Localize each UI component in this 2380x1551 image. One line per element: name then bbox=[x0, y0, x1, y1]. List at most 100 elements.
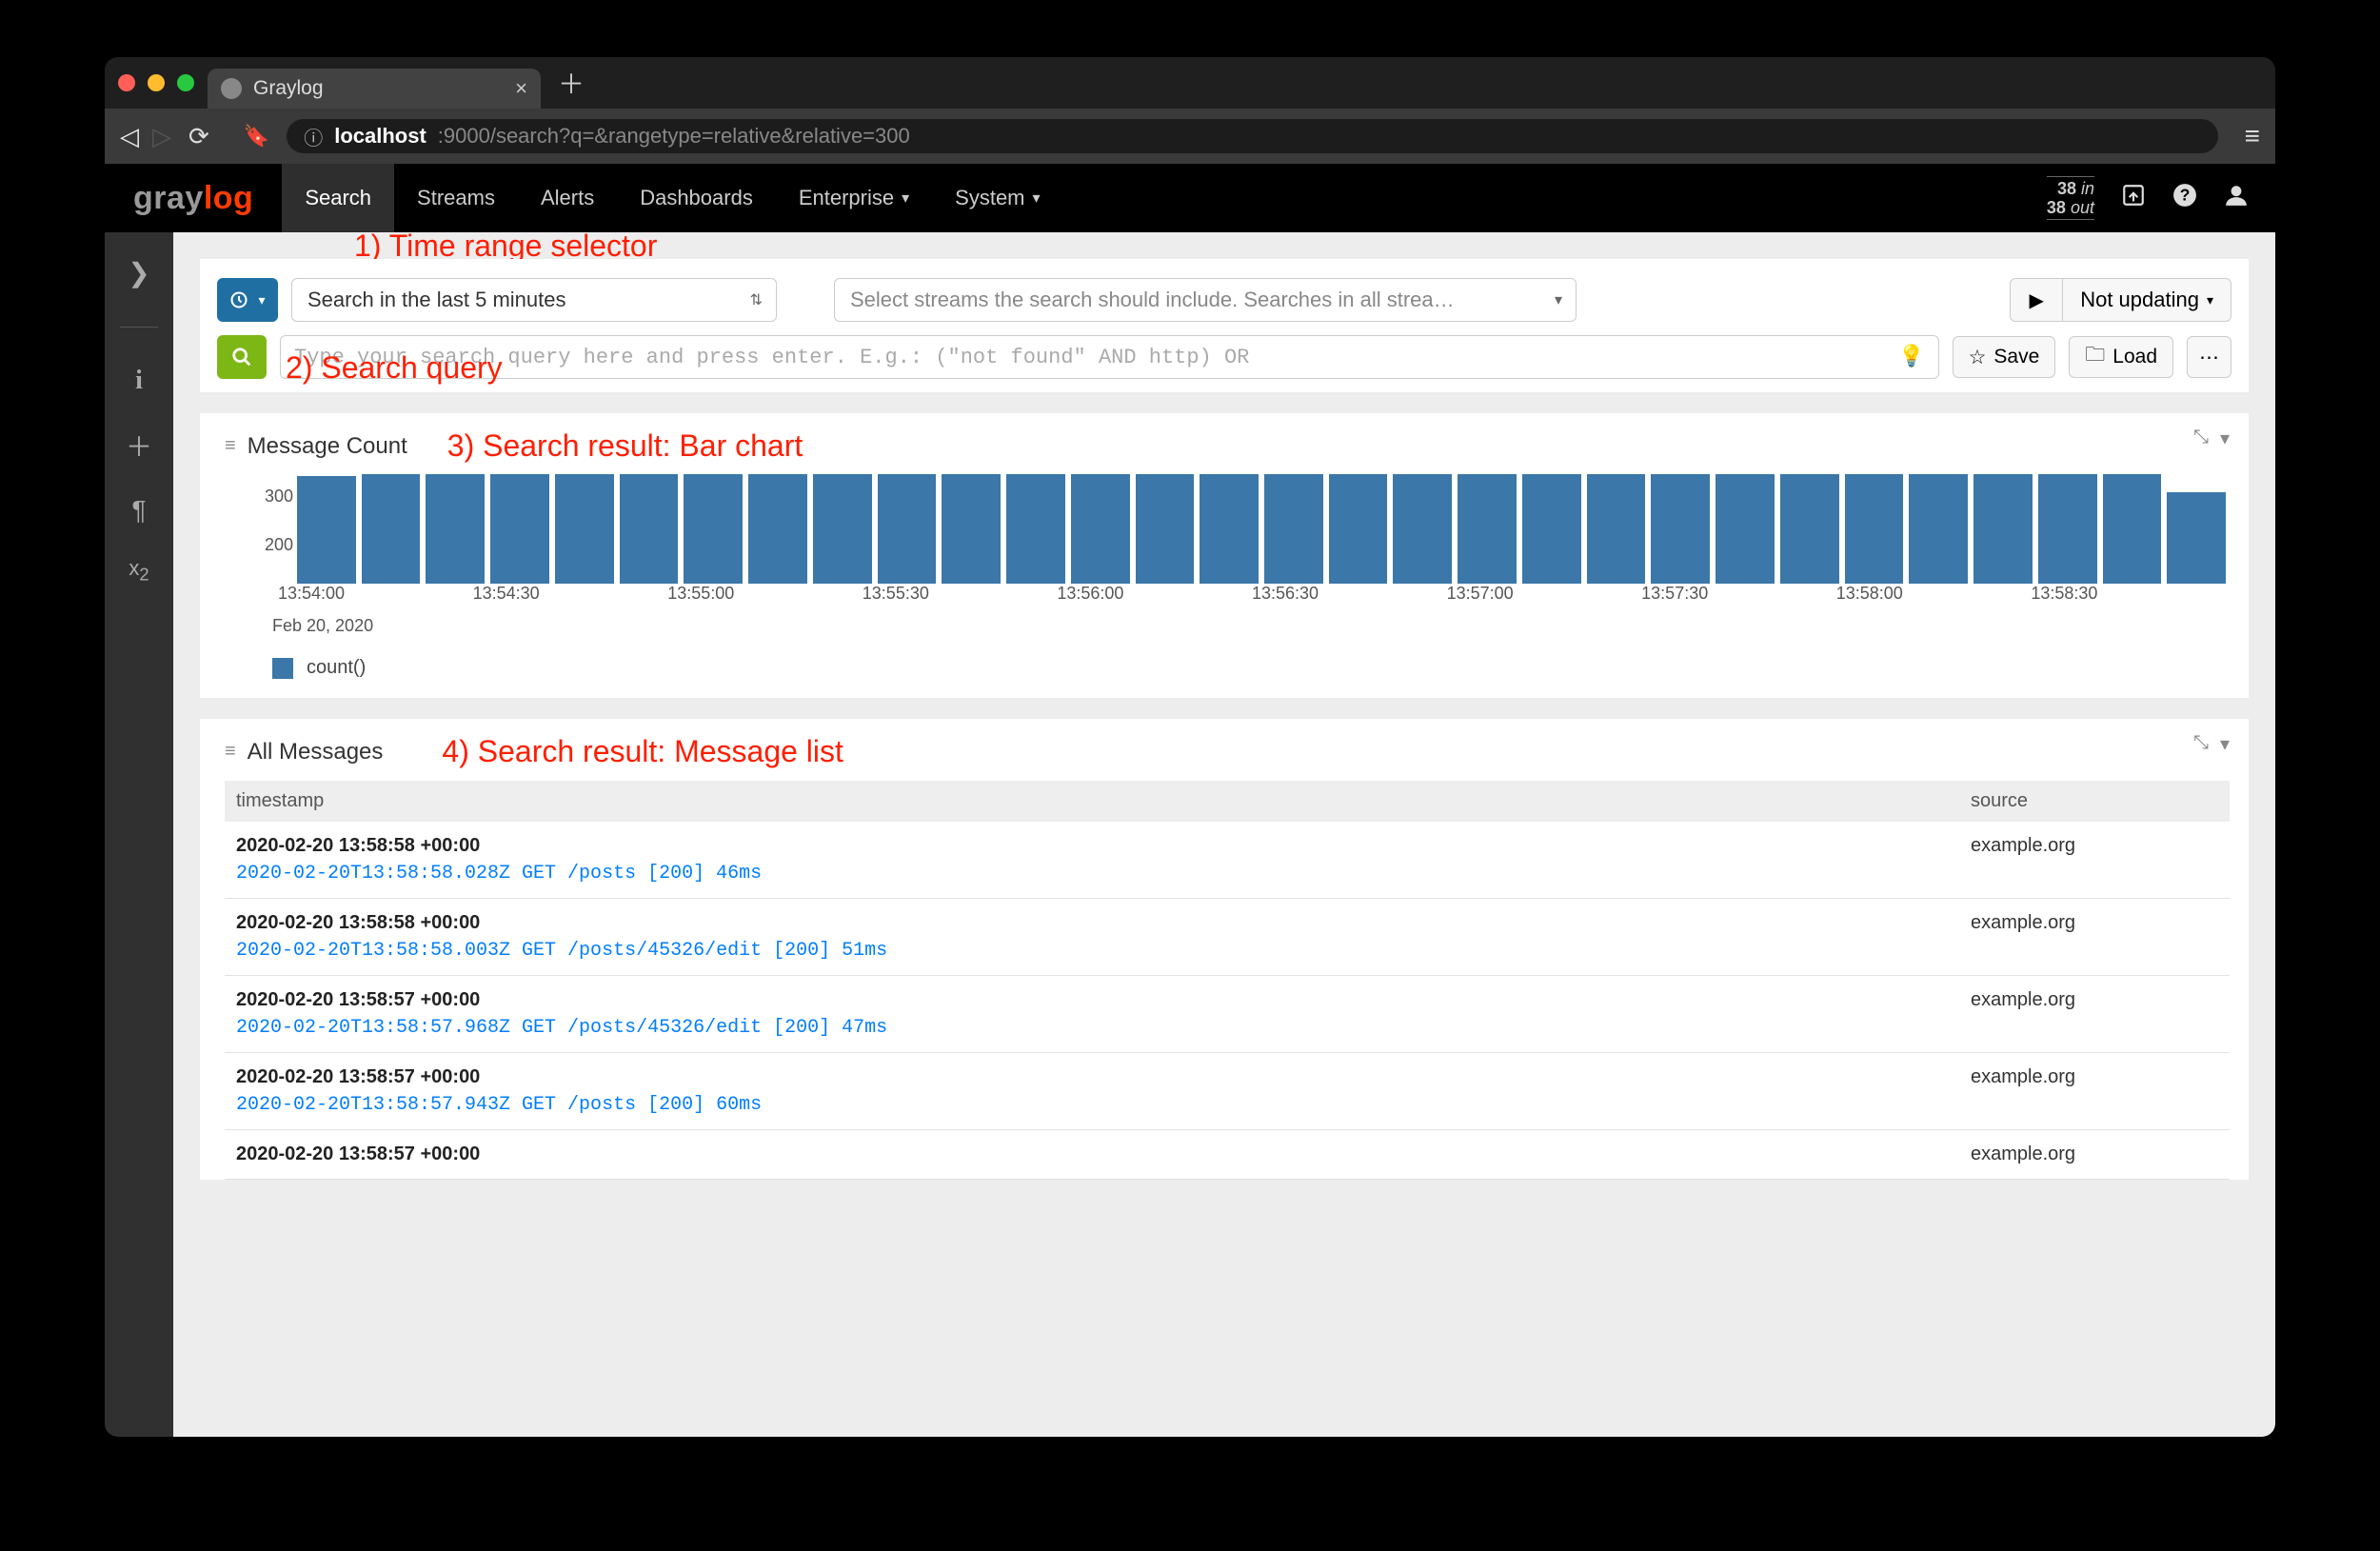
subscript-icon[interactable]: x2 bbox=[129, 556, 149, 585]
chart-area[interactable]: 300200 13:54:0013:54:3013:55:0013:55:301… bbox=[225, 469, 2230, 612]
nav-items: SearchStreamsAlertsDashboardsEnterpriseS… bbox=[282, 164, 1062, 232]
drag-handle-icon[interactable]: ≡ bbox=[225, 741, 236, 763]
message-timestamp: 2020-02-20 13:58:57 +00:00 bbox=[236, 1066, 480, 1088]
chart-bar[interactable] bbox=[748, 474, 807, 584]
message-row[interactable]: 2020-02-20 13:58:58 +00:00example.org202… bbox=[225, 822, 2230, 899]
chart-bar[interactable] bbox=[2167, 492, 2226, 584]
chart-bar[interactable] bbox=[1006, 474, 1065, 584]
nav-item-system[interactable]: System bbox=[932, 164, 1062, 232]
info-icon[interactable]: i bbox=[135, 366, 143, 396]
throughput-indicator: 38 in 38 out bbox=[2047, 176, 2094, 220]
chart-bar[interactable] bbox=[2038, 474, 2097, 584]
message-source: example.org bbox=[1971, 912, 2218, 934]
maximise-window-icon[interactable] bbox=[177, 74, 194, 91]
chart-bar[interactable] bbox=[2103, 474, 2162, 584]
collapse-icon[interactable]: ⤡ bbox=[2193, 732, 2209, 756]
time-range-select[interactable]: Search in the last 5 minutes ⇅ bbox=[291, 278, 777, 322]
chart-bar[interactable] bbox=[878, 474, 937, 584]
chart-bar[interactable] bbox=[1651, 474, 1710, 584]
url-bar: ◁ ▷ ⟳ 🔖 ⓘ localhost :9000/search?q=&rang… bbox=[105, 109, 2275, 164]
nav-item-alerts[interactable]: Alerts bbox=[518, 164, 617, 232]
chart-bar[interactable] bbox=[1458, 474, 1517, 584]
col-timestamp[interactable]: timestamp bbox=[236, 790, 324, 812]
chart-bar[interactable] bbox=[1329, 474, 1388, 584]
back-button[interactable]: ◁ bbox=[120, 122, 139, 151]
new-tab-button[interactable]: ＋ bbox=[558, 64, 585, 102]
play-button[interactable]: ▶ bbox=[2010, 278, 2063, 322]
legend-label: count() bbox=[307, 657, 366, 679]
user-icon[interactable] bbox=[2224, 183, 2249, 214]
minimise-window-icon[interactable] bbox=[148, 74, 165, 91]
message-row[interactable]: 2020-02-20 13:58:57 +00:00example.org202… bbox=[225, 1053, 2230, 1130]
site-info-icon[interactable]: ⓘ bbox=[304, 123, 323, 150]
chart-bar[interactable] bbox=[1973, 474, 2033, 584]
x-tick: 13:55:30 bbox=[863, 584, 1058, 612]
pilcrow-icon[interactable]: ¶ bbox=[131, 495, 146, 526]
chart-bar[interactable] bbox=[1587, 474, 1646, 584]
nav-item-streams[interactable]: Streams bbox=[394, 164, 518, 232]
browser-tab[interactable]: Graylog × bbox=[208, 69, 541, 109]
chart-bar[interactable] bbox=[1845, 474, 1904, 584]
message-timestamp: 2020-02-20 13:58:58 +00:00 bbox=[236, 835, 480, 857]
chart-bar[interactable] bbox=[1909, 474, 1968, 584]
message-row[interactable]: 2020-02-20 13:58:57 +00:00example.org bbox=[225, 1130, 2230, 1180]
more-actions-button[interactable]: ⋯ bbox=[2187, 336, 2231, 378]
browser-menu-icon[interactable]: ≡ bbox=[2245, 121, 2260, 151]
bulb-icon[interactable]: 💡 bbox=[1898, 345, 1924, 369]
chart-bar[interactable] bbox=[1522, 474, 1581, 584]
chevron-down-icon[interactable]: ▾ bbox=[2220, 427, 2230, 450]
chart-bar[interactable] bbox=[490, 474, 549, 584]
reload-button[interactable]: ⟳ bbox=[188, 122, 209, 151]
chart-bar[interactable] bbox=[620, 474, 679, 584]
x-axis: 13:54:0013:54:3013:55:0013:55:3013:56:00… bbox=[278, 584, 2226, 612]
time-range-button[interactable] bbox=[217, 278, 278, 322]
chart-legend: count() bbox=[272, 657, 2230, 679]
message-row[interactable]: 2020-02-20 13:58:57 +00:00example.org202… bbox=[225, 976, 2230, 1053]
search-query-input[interactable]: Type your search query here and press en… bbox=[280, 335, 1939, 379]
window-controls[interactable] bbox=[114, 74, 208, 91]
edit-icon[interactable] bbox=[2121, 183, 2146, 214]
chart-bar[interactable] bbox=[1393, 474, 1452, 584]
chart-bar[interactable] bbox=[942, 474, 1001, 584]
chart-bar[interactable] bbox=[362, 474, 421, 584]
chart-bar[interactable] bbox=[684, 474, 743, 584]
chart-bar[interactable] bbox=[1264, 474, 1323, 584]
close-window-icon[interactable] bbox=[118, 74, 135, 91]
chevron-down-icon[interactable]: ▾ bbox=[2220, 732, 2230, 756]
tab-title: Graylog bbox=[253, 77, 324, 100]
message-timestamp: 2020-02-20 13:58:57 +00:00 bbox=[236, 989, 480, 1011]
col-source[interactable]: source bbox=[1971, 790, 2218, 812]
chart-bar[interactable] bbox=[555, 474, 614, 584]
query-placeholder: Type your search query here and press en… bbox=[294, 346, 1249, 369]
url-host: localhost bbox=[334, 124, 426, 149]
chart-bar[interactable] bbox=[813, 474, 872, 584]
plus-icon[interactable]: ＋ bbox=[126, 427, 152, 465]
nav-item-dashboards[interactable]: Dashboards bbox=[617, 164, 776, 232]
save-search-button[interactable]: ☆ Save bbox=[1953, 336, 2056, 378]
update-mode-button[interactable]: Not updating bbox=[2063, 278, 2231, 322]
run-search-button[interactable] bbox=[217, 335, 267, 379]
load-search-button[interactable]: 🗀 Load bbox=[2069, 336, 2173, 378]
url-field[interactable]: ⓘ localhost :9000/search?q=&rangetype=re… bbox=[287, 119, 2217, 153]
message-row[interactable]: 2020-02-20 13:58:58 +00:00example.org202… bbox=[225, 899, 2230, 976]
annotation-3: 3) Search result: Bar chart bbox=[447, 428, 803, 464]
forward-button[interactable]: ▷ bbox=[152, 122, 171, 151]
bookmark-icon[interactable]: 🔖 bbox=[244, 124, 269, 149]
streams-select[interactable]: Select streams the search should include… bbox=[834, 278, 1577, 322]
chevron-right-icon[interactable]: ❯ bbox=[128, 257, 149, 288]
app-logo[interactable]: graylog bbox=[105, 180, 282, 217]
chart-bar[interactable] bbox=[297, 476, 356, 584]
drag-handle-icon[interactable]: ≡ bbox=[225, 435, 236, 457]
chart-bar[interactable] bbox=[1071, 474, 1130, 584]
chart-bar[interactable] bbox=[1780, 474, 1839, 584]
nav-item-search[interactable]: Search bbox=[282, 164, 394, 232]
nav-item-enterprise[interactable]: Enterprise bbox=[776, 164, 932, 232]
help-icon[interactable]: ? bbox=[2172, 183, 2197, 214]
streams-placeholder: Select streams the search should include… bbox=[850, 288, 1455, 312]
close-tab-icon[interactable]: × bbox=[515, 76, 527, 101]
collapse-icon[interactable]: ⤡ bbox=[2193, 427, 2209, 450]
chart-bar[interactable] bbox=[1200, 474, 1259, 584]
chart-bar[interactable] bbox=[1136, 474, 1195, 584]
chart-bar[interactable] bbox=[426, 474, 485, 584]
chart-bar[interactable] bbox=[1716, 474, 1775, 584]
